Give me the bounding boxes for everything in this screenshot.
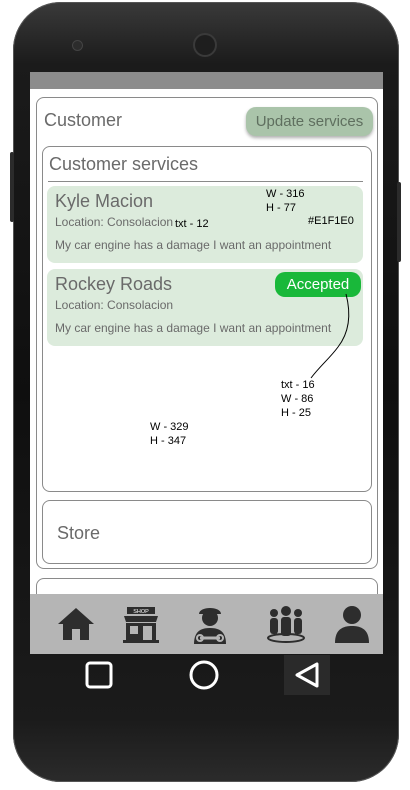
svg-text:SHOP: SHOP (133, 609, 149, 615)
system-nav-bar (60, 655, 340, 695)
nav-group[interactable] (256, 594, 316, 654)
store-label: Store (57, 523, 101, 543)
group-icon (267, 606, 305, 643)
back-button[interactable] (284, 655, 330, 695)
nav-mechanic[interactable] (180, 594, 240, 654)
triangle-back-icon (295, 662, 319, 688)
recents-button[interactable] (76, 655, 122, 695)
store-panel[interactable]: Store (42, 500, 372, 564)
nav-home[interactable] (46, 594, 106, 654)
shop-icon: SHOP (123, 607, 159, 643)
speaker-grille (73, 41, 82, 50)
user-icon (335, 606, 369, 643)
mechanic-icon (194, 608, 226, 644)
circle-icon (189, 660, 219, 690)
bottom-nav: SHOP (30, 594, 383, 654)
volume-button (10, 152, 14, 222)
nav-profile[interactable] (322, 594, 382, 654)
home-icon (58, 608, 94, 640)
home-button[interactable] (181, 655, 227, 695)
power-button (397, 182, 401, 262)
nav-shop[interactable]: SHOP (111, 594, 171, 654)
front-camera (195, 35, 215, 55)
square-icon (85, 661, 113, 689)
annotation-connector (310, 293, 350, 379)
app-screen: Customer Update services Customer servic… (30, 72, 383, 654)
